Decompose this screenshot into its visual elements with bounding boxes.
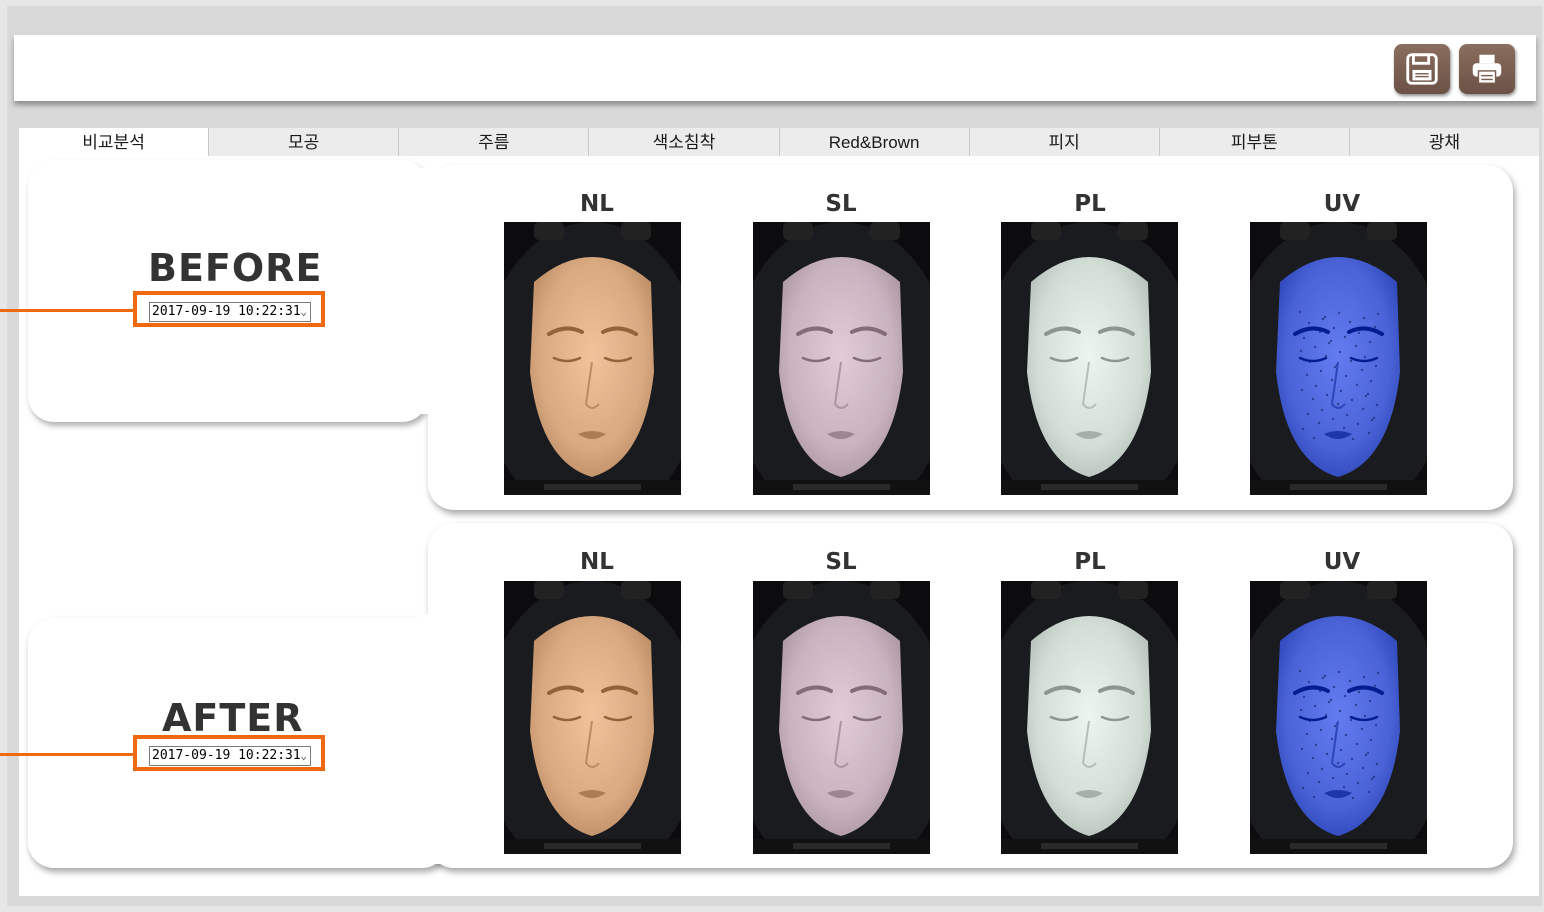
face-photo-nl-icon xyxy=(504,581,681,854)
face-photo-pl-icon xyxy=(1001,222,1178,495)
tab-wrinkles[interactable]: 주름 xyxy=(399,128,590,156)
before-title-sl: SL xyxy=(825,191,857,217)
printer-icon xyxy=(1472,54,1502,84)
face-photo-uv-icon xyxy=(1250,222,1427,495)
before-pl-image[interactable] xyxy=(1001,222,1178,495)
face-photo-sl-icon xyxy=(753,222,930,495)
before-label: BEFORE xyxy=(148,246,323,290)
before-date-highlight: 2017-09-19 10:22:31 ⌄ xyxy=(133,291,325,327)
before-date-value: 2017-09-19 10:22:31 xyxy=(152,304,301,319)
after-label: AFTER xyxy=(162,696,304,740)
face-photo-nl-icon xyxy=(504,222,681,495)
after-nl-image[interactable] xyxy=(504,581,681,854)
before-title-nl: NL xyxy=(580,191,614,217)
after-sl-image[interactable] xyxy=(753,581,930,854)
face-photo-uv-icon xyxy=(1250,581,1427,854)
tab-skin-tone[interactable]: 피부톤 xyxy=(1159,128,1350,156)
after-date-select[interactable]: 2017-09-19 10:22:31 ⌄ xyxy=(149,746,311,766)
after-title-nl: NL xyxy=(580,549,614,575)
print-button[interactable] xyxy=(1459,44,1515,94)
tab-red-brown[interactable]: Red&Brown xyxy=(779,128,970,156)
before-title-uv: UV xyxy=(1323,191,1361,217)
before-pointer-line xyxy=(0,309,134,312)
chevron-down-icon: ⌄ xyxy=(300,749,307,762)
after-pointer-line xyxy=(0,753,134,756)
after-pl-image[interactable] xyxy=(1001,581,1178,854)
before-nl-image[interactable] xyxy=(504,222,681,495)
tab-comparison[interactable]: 비교분석 xyxy=(19,128,210,156)
after-uv-image[interactable] xyxy=(1250,581,1427,854)
after-date-value: 2017-09-19 10:22:31 xyxy=(152,748,301,763)
after-title-uv: UV xyxy=(1323,549,1361,575)
face-photo-sl-icon xyxy=(753,581,930,854)
after-title-pl: PL xyxy=(1074,549,1106,575)
tab-pigmentation[interactable]: 색소침착 xyxy=(589,128,780,156)
before-title-pl: PL xyxy=(1074,191,1106,217)
tab-sebum[interactable]: 피지 xyxy=(969,128,1160,156)
tab-pores[interactable]: 모공 xyxy=(209,128,400,156)
floppy-disk-icon xyxy=(1406,53,1438,85)
before-date-select[interactable]: 2017-09-19 10:22:31 ⌄ xyxy=(149,302,311,322)
save-button[interactable] xyxy=(1394,44,1450,94)
top-toolbar xyxy=(14,35,1536,101)
before-sl-image[interactable] xyxy=(753,222,930,495)
after-date-highlight: 2017-09-19 10:22:31 ⌄ xyxy=(133,735,325,771)
chevron-down-icon: ⌄ xyxy=(300,305,307,318)
tab-radiance[interactable]: 광채 xyxy=(1349,128,1539,156)
analysis-tab-bar: 비교분석 모공 주름 색소침착 Red&Brown 피지 피부톤 광채 xyxy=(19,128,1539,156)
after-title-sl: SL xyxy=(825,549,857,575)
face-photo-pl-icon xyxy=(1001,581,1178,854)
before-uv-image[interactable] xyxy=(1250,222,1427,495)
